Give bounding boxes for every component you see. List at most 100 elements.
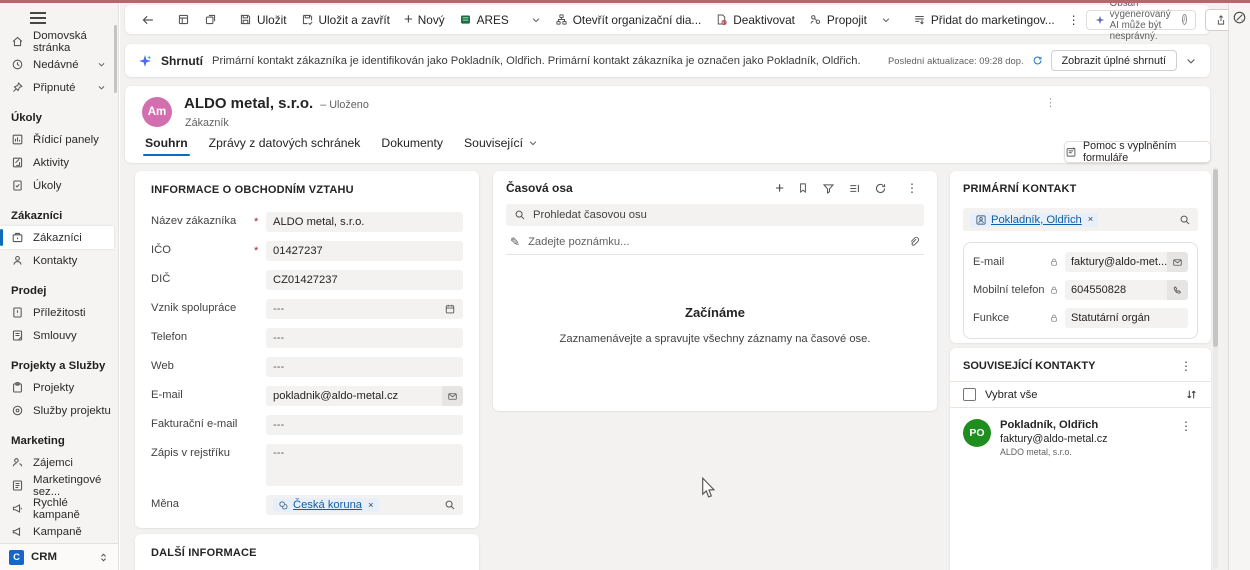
open-org-label: Otevřít organizační dia... (573, 13, 702, 27)
pc-email-value[interactable]: faktury@aldo-met... (1065, 252, 1167, 272)
sidebar-item-projects[interactable]: Projekty (0, 376, 114, 399)
sidebar-item-leads[interactable]: Zájemci (0, 451, 114, 474)
registry-entry-input[interactable]: --- (266, 444, 463, 486)
send-email-button[interactable] (442, 386, 463, 406)
save-button[interactable]: Uložit (232, 8, 294, 32)
share-button[interactable]: Sdílet (1205, 9, 1228, 31)
ares-dropdown[interactable] (524, 8, 548, 32)
timeline-header: Časová osa + ⋮ (506, 181, 924, 195)
field-label: Vznik spolupráce (151, 302, 254, 315)
currency-chip[interactable]: Česká koruna × (273, 498, 379, 512)
show-full-summary-button[interactable]: Zobrazit úplné shrnutí (1051, 50, 1177, 71)
app-name: CRM (31, 551, 57, 563)
refresh-icon[interactable] (874, 182, 887, 195)
bookmark-icon[interactable] (797, 182, 809, 194)
new-button[interactable]: + Nový (397, 8, 452, 32)
tab-label: Zprávy z datových schránek (209, 136, 361, 150)
pc-role-value[interactable]: Statutární orgán (1065, 308, 1188, 328)
required-marker: * (254, 216, 266, 228)
sidebar-item-opportunities[interactable]: Příležitosti (0, 301, 114, 324)
popout-button[interactable] (197, 8, 224, 32)
primary-contact-chip[interactable]: Pokladník, Oldřich × (970, 213, 1098, 227)
more-commands-icon[interactable]: ⋮ (1062, 13, 1086, 27)
related-contact-row[interactable]: PO Pokladník, Oldřich faktury@aldo-metal… (950, 408, 1211, 468)
expand-records-icon[interactable] (848, 182, 861, 195)
contact-name[interactable]: Pokladník, Oldřich (1000, 419, 1108, 431)
sidebar-item-pinned[interactable]: Připnuté (0, 76, 114, 99)
new-label: Nový (418, 13, 445, 27)
timeline-note-input[interactable]: ✎ Zadejte poznámku... (506, 230, 924, 255)
select-all-checkbox[interactable] (963, 388, 976, 401)
deactivate-button[interactable]: Deaktivovat (708, 8, 802, 32)
tab-documents[interactable]: Dokumenty (379, 136, 445, 158)
sidebar-item-activities[interactable]: Aktivity (0, 151, 114, 174)
contact-more-icon[interactable]: ⋮ (1174, 419, 1198, 457)
sidebar-item-recent[interactable]: Nedávné (0, 53, 114, 76)
search-icon[interactable] (444, 499, 456, 511)
add-to-marketing-button[interactable]: Přidat do marketingov... (906, 8, 1062, 32)
pc-mobile-row: Mobilní telefon 604550828 (973, 280, 1188, 300)
call-button[interactable] (1167, 280, 1188, 300)
remove-icon[interactable]: × (368, 500, 374, 511)
currency-value-link[interactable]: Česká koruna (293, 499, 362, 511)
form-fill-help-button[interactable]: Pomoc s vyplněním formuláře (1064, 141, 1211, 163)
open-org-chart-button[interactable]: Otevřít organizační dia... (548, 8, 709, 32)
phone-input[interactable]: --- (266, 328, 463, 348)
timeline-more-icon[interactable]: ⋮ (900, 181, 924, 195)
primary-contact-lookup[interactable]: Pokladník, Oldřich × (963, 208, 1198, 231)
sidebar-item-accounts[interactable]: Zákazníci (0, 226, 114, 249)
paperclip-icon[interactable] (908, 236, 920, 248)
chevron-down-icon[interactable] (1185, 55, 1197, 67)
primary-contact-link[interactable]: Pokladník, Oldřich (991, 214, 1082, 226)
ico-input[interactable]: 01427237 (266, 241, 463, 261)
tab-related[interactable]: Související (462, 136, 540, 158)
cooperation-start-input[interactable]: --- (266, 299, 463, 319)
sidebar-scrollbar[interactable] (114, 25, 117, 93)
ares-button[interactable]: ARES (452, 8, 516, 32)
billing-email-input[interactable]: --- (266, 415, 463, 435)
pc-mobile-value[interactable]: 604550828 (1065, 280, 1167, 300)
refresh-icon[interactable] (1032, 55, 1043, 66)
calendar-icon[interactable] (444, 303, 456, 315)
sidebar-item-home[interactable]: Domovská stránka (0, 30, 114, 53)
sidebar-item-project-services[interactable]: Služby projektu (0, 399, 114, 422)
chevron-down-icon[interactable] (97, 60, 106, 69)
account-name-input[interactable]: ALDO metal, s.r.o. (266, 212, 463, 232)
copilot-icon[interactable] (1232, 10, 1247, 25)
sidebar-item-label: Domovská stránka (33, 30, 114, 54)
dic-input[interactable]: CZ01427237 (266, 270, 463, 290)
sort-icon[interactable] (1185, 388, 1198, 401)
sidebar-item-dashboards[interactable]: Řídicí panely (0, 128, 114, 151)
pc-value-text: faktury@aldo-met... (1071, 256, 1167, 268)
environment-switcher[interactable]: C CRM (0, 543, 118, 570)
header-more-icon[interactable]: ⋮ (1045, 96, 1056, 109)
connect-button[interactable]: Propojit (802, 8, 874, 32)
related-more-icon[interactable]: ⋮ (1174, 359, 1198, 373)
save-and-close-button[interactable]: Uložit a zavřít (294, 8, 397, 32)
sidebar-item-campaigns[interactable]: Kampaně (0, 520, 114, 543)
sidebar-item-tasks[interactable]: Úkoly (0, 174, 114, 197)
main-scrollbar-thumb[interactable] (1213, 169, 1218, 347)
tab-summary[interactable]: Souhrn (143, 136, 190, 158)
send-email-button[interactable] (1167, 252, 1188, 272)
add-record-icon[interactable]: + (775, 182, 784, 195)
sidebar-item-quick-campaigns[interactable]: Rychlé kampaně (0, 497, 114, 520)
contact-company: ALDO metal, s.r.o. (1000, 447, 1108, 457)
back-button[interactable] (134, 8, 162, 32)
sidebar-item-contacts[interactable]: Kontakty (0, 249, 114, 272)
show-as-button[interactable] (170, 8, 197, 32)
currency-lookup[interactable]: Česká koruna × (266, 495, 463, 515)
tab-data-box-messages[interactable]: Zprávy z datových schránek (207, 136, 363, 158)
remove-icon[interactable]: × (1088, 214, 1094, 225)
email-input[interactable]: pokladnik@aldo-metal.cz (266, 386, 442, 406)
sidebar-item-contracts[interactable]: Smlouvy (0, 324, 114, 347)
filter-icon[interactable] (822, 182, 835, 195)
hamburger-menu-icon[interactable] (30, 12, 46, 27)
web-input[interactable]: --- (266, 357, 463, 377)
connect-dropdown[interactable] (874, 8, 898, 32)
info-icon[interactable]: i (1182, 14, 1187, 25)
timeline-search-input[interactable]: Prohledat časovou osu (506, 204, 924, 226)
chevron-down-icon[interactable] (97, 83, 106, 92)
search-icon[interactable] (1179, 214, 1191, 226)
sidebar-item-marketing-lists[interactable]: Marketingové sez... (0, 474, 114, 497)
